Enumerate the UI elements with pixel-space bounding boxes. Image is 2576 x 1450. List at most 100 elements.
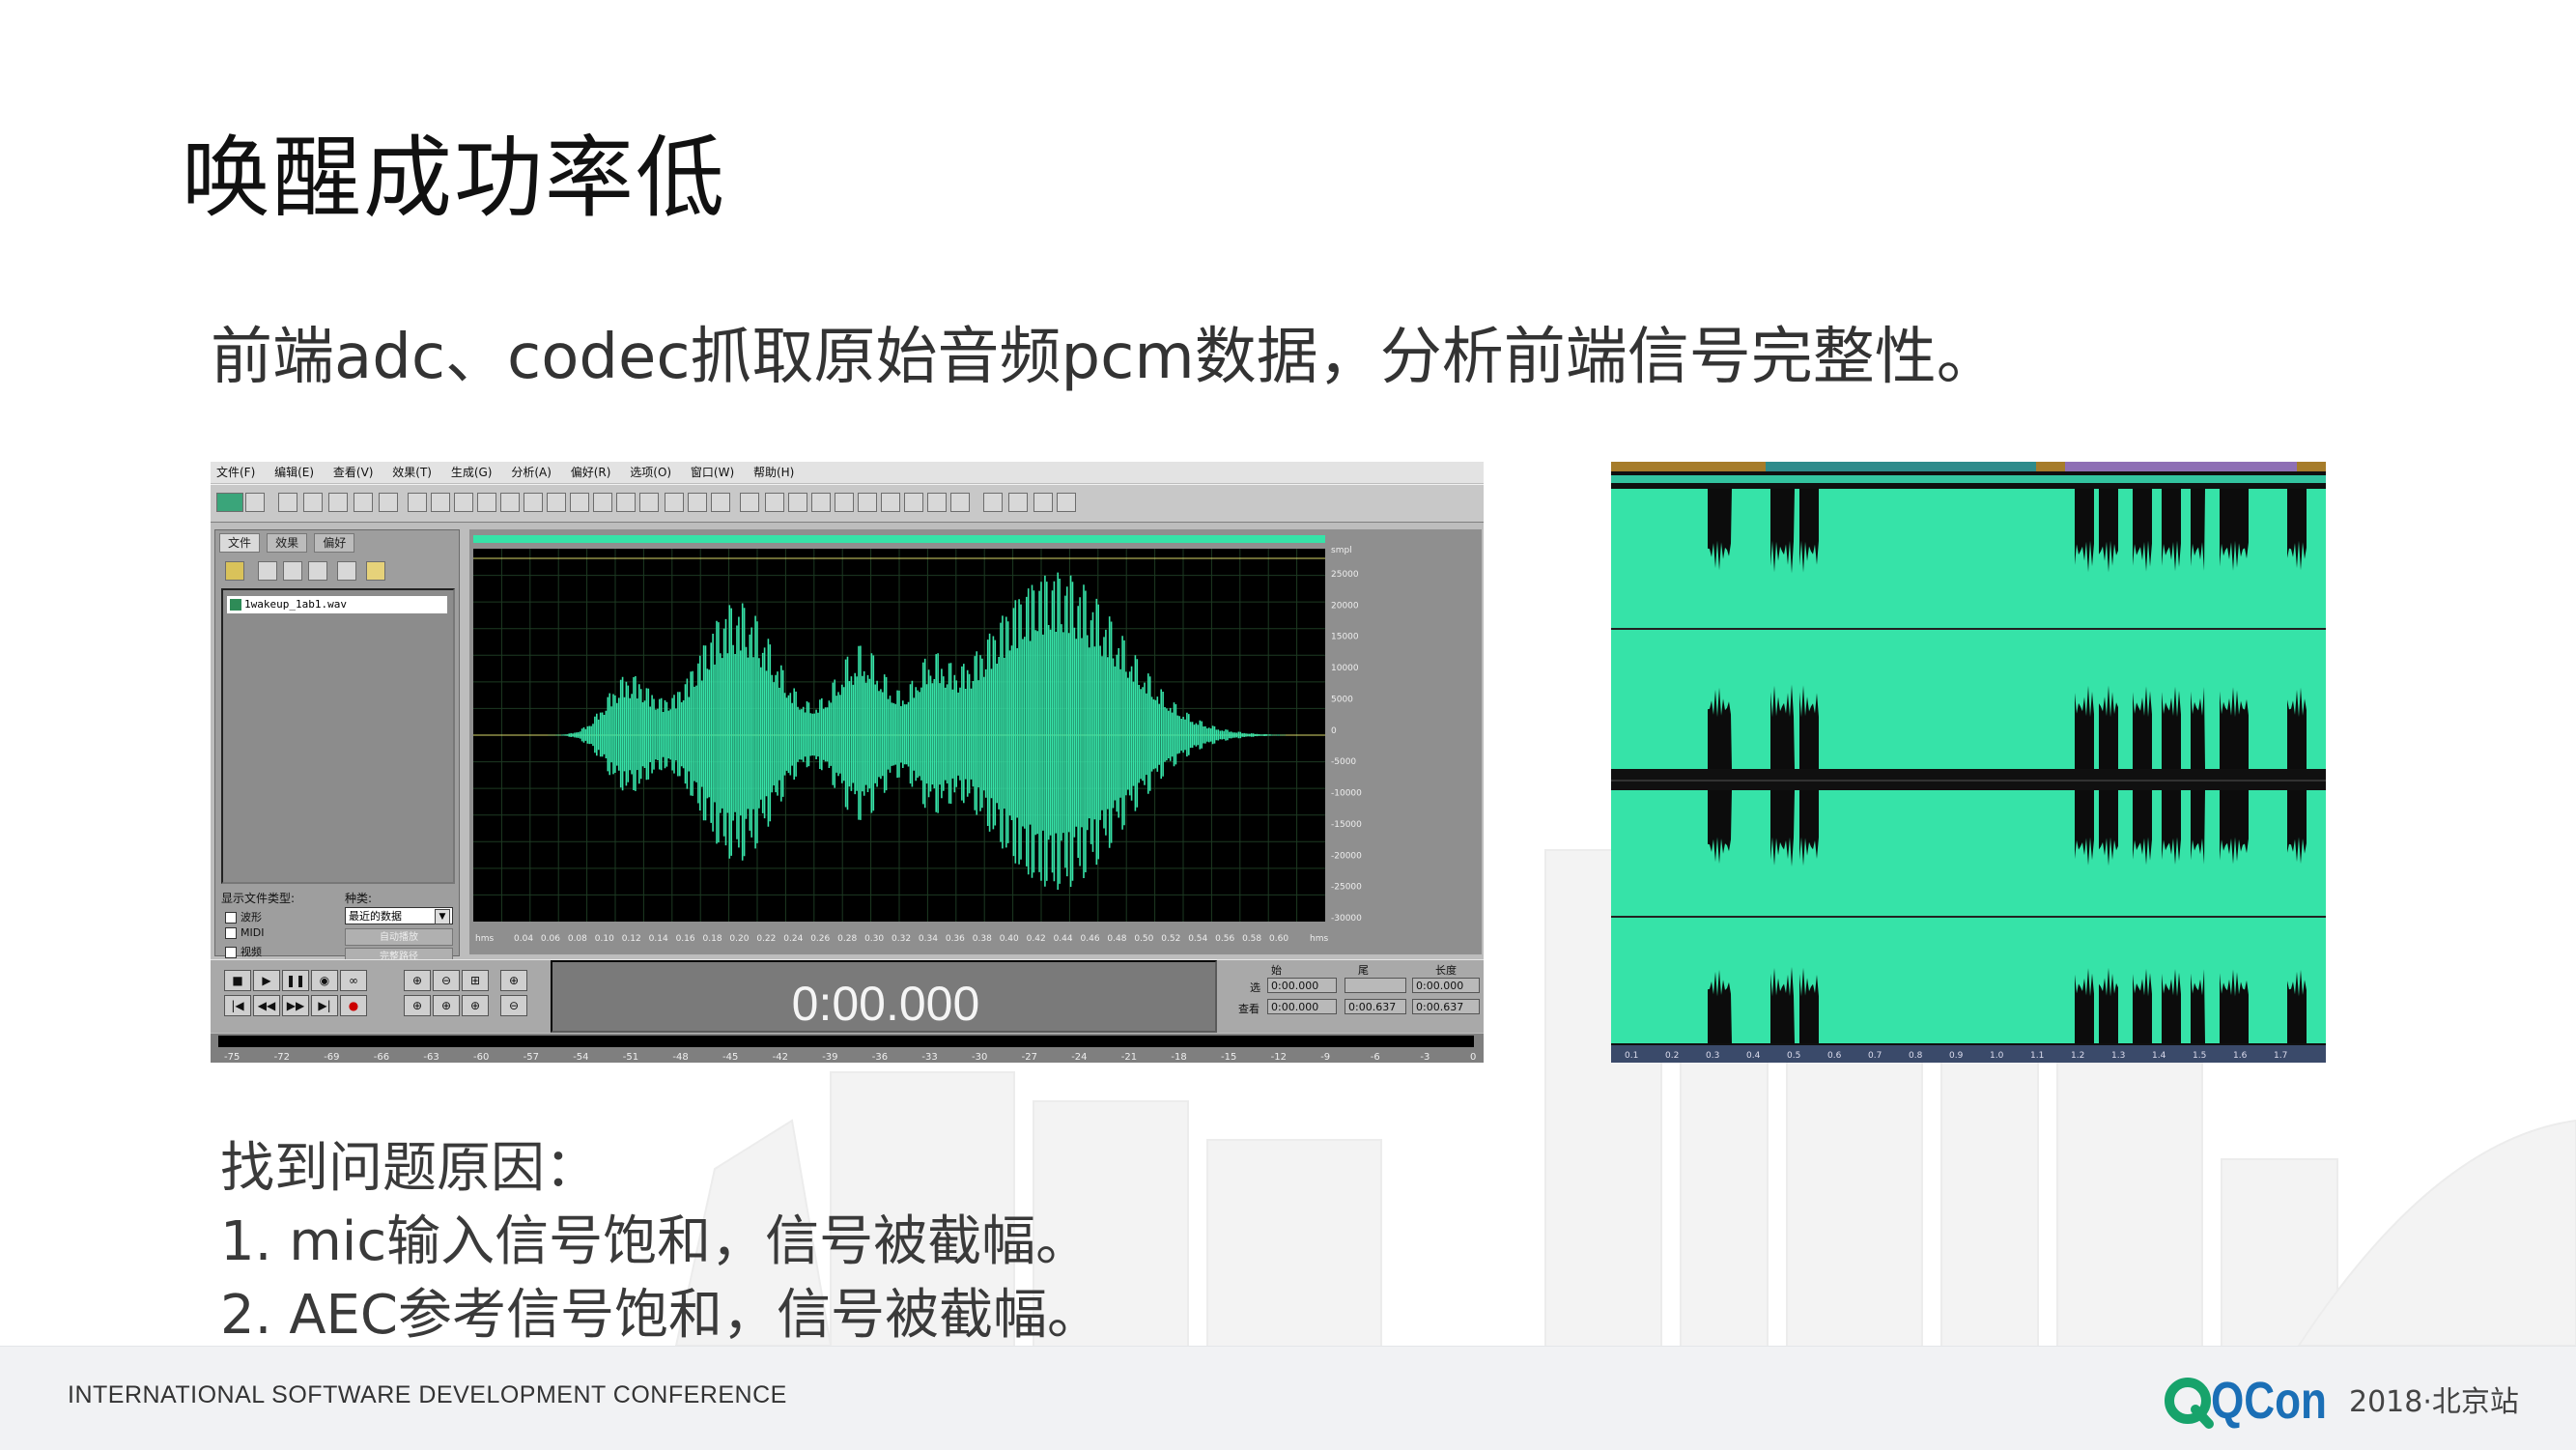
go-to-end-button[interactable]: ▶|	[311, 995, 338, 1016]
tab-favorites[interactable]: 偏好	[314, 533, 355, 553]
menu-favorites[interactable]: 偏好(R)	[571, 462, 611, 483]
sort-icon[interactable]	[308, 561, 327, 581]
waveform-view[interactable]: smpl 25000 20000 15000 10000 5000 0 -5000 -10000…	[469, 529, 1482, 954]
loop-button[interactable]: ∞	[340, 970, 367, 991]
toolbar-tool-icon[interactable]	[881, 493, 900, 512]
go-to-start-button[interactable]: |◀	[224, 995, 251, 1016]
menu-help[interactable]: 帮助(H)	[753, 462, 794, 483]
help-icon[interactable]	[366, 561, 385, 581]
toolbar-tool-icon[interactable]	[524, 493, 543, 512]
transport-bar: ■ ▶ ❚❚ ◉ ∞ |◀ ◀◀ ▶▶ ▶| ● ⊕ ⊖ ⊞ ⊕ ⊕ ⊕ ⊕ ⊖…	[211, 959, 1484, 1033]
menu-generate[interactable]: 生成(G)	[451, 462, 493, 483]
record-button[interactable]: ●	[340, 995, 367, 1016]
toolbar-tool-icon[interactable]	[593, 493, 612, 512]
file-list: 1wakeup_1ab1.wav	[221, 588, 455, 884]
toolbar-tool-icon[interactable]	[570, 493, 589, 512]
menu-view[interactable]: 查看(V)	[333, 462, 374, 483]
toolbar-tool-icon[interactable]	[665, 493, 684, 512]
tab-effects[interactable]: 效果	[267, 533, 308, 553]
toolbar-tool-icon[interactable]	[431, 493, 450, 512]
autoplay-button[interactable]: 自动播放	[345, 928, 453, 946]
pause-button[interactable]: ❚❚	[282, 970, 309, 991]
toolbar-tool-icon[interactable]	[1057, 493, 1076, 512]
toolbar-tool-icon[interactable]	[765, 493, 784, 512]
toolbar-tool-icon[interactable]	[547, 493, 566, 512]
kind-select[interactable]: 最近的数据 ▼	[345, 907, 453, 924]
view-begin-field[interactable]: 0:00.000	[1267, 999, 1337, 1014]
level-tick-label: -69	[324, 1052, 339, 1063]
menu-options[interactable]: 选项(O)	[630, 462, 671, 483]
menu-edit[interactable]: 编辑(E)	[274, 462, 314, 483]
toolbar-tool-icon[interactable]	[1008, 493, 1028, 512]
menu-window[interactable]: 窗口(W)	[691, 462, 734, 483]
zoom-in-icon[interactable]: ⊕	[404, 970, 431, 991]
toolbar-tool-icon[interactable]	[983, 493, 1003, 512]
toolbar-tool-icon[interactable]	[858, 493, 877, 512]
toolbar-tool-icon[interactable]	[500, 493, 520, 512]
sel-begin-field[interactable]: 0:00.000	[1267, 978, 1337, 993]
x-tick-label: 0.36	[946, 934, 965, 944]
close-file-icon[interactable]	[258, 561, 277, 581]
toolbar-tool-icon[interactable]	[904, 493, 923, 512]
finding-item: 2. AEC参考信号饱和，信号被截幅。	[220, 1284, 1102, 1347]
rewind-button[interactable]: ◀◀	[253, 995, 280, 1016]
toolbar-tool-icon[interactable]	[328, 493, 348, 512]
y-tick-label: -30000	[1331, 914, 1362, 924]
footer: INTERNATIONAL SOFTWARE DEVELOPMENT CONFE…	[0, 1346, 2576, 1450]
toolbar-tool-icon[interactable]	[408, 493, 427, 512]
zoom-full-icon[interactable]: ⊞	[462, 970, 489, 991]
level-tick-label: -3	[1420, 1052, 1430, 1063]
toolbar-tool-icon[interactable]	[835, 493, 854, 512]
x-tick-label: 0.22	[756, 934, 776, 944]
qcon-logo: QCon	[2165, 1372, 2327, 1430]
toolbar-tool-icon[interactable]	[303, 493, 323, 512]
toolbar-tool-icon[interactable]	[379, 493, 398, 512]
open-file-icon[interactable]	[225, 561, 244, 581]
toolbar-tool-icon[interactable]	[454, 493, 473, 512]
fast-forward-button[interactable]: ▶▶	[282, 995, 309, 1016]
file-name: 1wakeup_1ab1.wav	[244, 598, 347, 611]
zoom-vertical-out-icon[interactable]: ⊖	[500, 995, 527, 1016]
toolbar-tool-icon[interactable]	[740, 493, 759, 512]
insert-icon[interactable]	[283, 561, 302, 581]
menu-file[interactable]: 文件(F)	[216, 462, 255, 483]
toolbar-tool-icon[interactable]	[216, 493, 243, 512]
menu-analyze[interactable]: 分析(A)	[511, 462, 552, 483]
toolbar-tool-icon[interactable]	[788, 493, 807, 512]
level-tick-label: -45	[722, 1052, 738, 1063]
sel-length-field[interactable]: 0:00.000	[1412, 978, 1480, 993]
view-length-field[interactable]: 0:00.637	[1412, 999, 1480, 1014]
zoom-selection-icon[interactable]: ⊕	[462, 995, 489, 1016]
file-type-video[interactable]: 视频	[225, 944, 262, 959]
zoom-right-icon[interactable]: ⊕	[433, 995, 460, 1016]
toolbar-tool-icon[interactable]	[1033, 493, 1053, 512]
menu-effects[interactable]: 效果(T)	[392, 462, 432, 483]
toolbar-tool-icon[interactable]	[711, 493, 730, 512]
x-tick-label: 0.28	[837, 934, 857, 944]
file-type-midi[interactable]: MIDI	[225, 926, 264, 939]
toolbar-tool-icon[interactable]	[688, 493, 707, 512]
zoom-vertical-in-icon[interactable]: ⊕	[500, 970, 527, 991]
sel-end-field[interactable]	[1345, 978, 1406, 993]
toolbar-tool-icon[interactable]	[950, 493, 970, 512]
toolbar-tool-icon[interactable]	[927, 493, 947, 512]
zoom-left-icon[interactable]: ⊕	[404, 995, 431, 1016]
preview-icon[interactable]	[337, 561, 356, 581]
view-end-field[interactable]: 0:00.637	[1345, 999, 1406, 1014]
toolbar-tool-icon[interactable]	[639, 493, 659, 512]
stop-button[interactable]: ■	[224, 970, 251, 991]
zoom-out-icon[interactable]: ⊖	[433, 970, 460, 991]
toolbar-tool-icon[interactable]	[616, 493, 636, 512]
x-unit-label: hms	[1310, 934, 1328, 944]
toolbar-tool-icon[interactable]	[477, 493, 496, 512]
tab-files[interactable]: 文件	[219, 533, 261, 553]
toolbar-tool-icon[interactable]	[354, 493, 373, 512]
zoom-x-tick-label: 1.4	[2152, 1051, 2166, 1061]
play-button[interactable]: ▶	[253, 970, 280, 991]
file-list-item[interactable]: 1wakeup_1ab1.wav	[227, 596, 447, 613]
toolbar-tool-icon[interactable]	[811, 493, 831, 512]
file-type-waveform[interactable]: 波形	[225, 909, 262, 924]
toolbar-tool-icon[interactable]	[245, 493, 265, 512]
toolbar-tool-icon[interactable]	[278, 493, 297, 512]
play-to-end-button[interactable]: ◉	[311, 970, 338, 991]
